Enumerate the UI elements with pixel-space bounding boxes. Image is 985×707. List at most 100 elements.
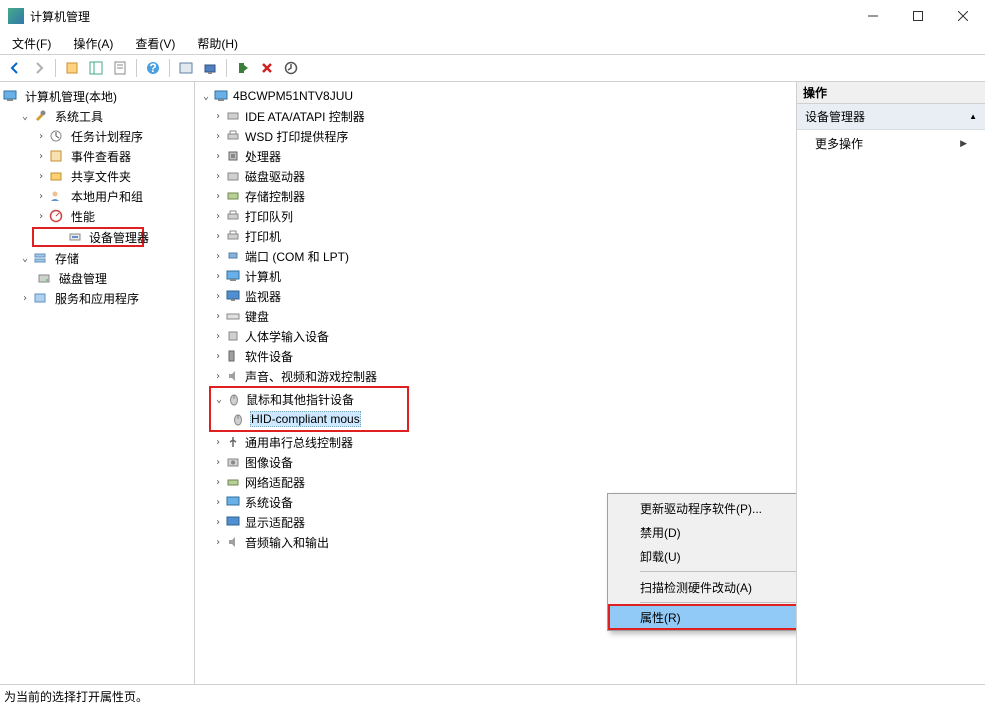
device-keyboard[interactable]: ›键盘 [211, 306, 794, 326]
expand-icon[interactable]: › [211, 351, 225, 362]
collapse-icon[interactable]: ⌄ [212, 394, 226, 405]
tree-device-manager[interactable]: 设备管理器 [32, 227, 144, 247]
menu-file[interactable]: 文件(F) [8, 33, 55, 54]
uninstall-button[interactable] [256, 57, 278, 79]
device-wsd[interactable]: ›WSD 打印提供程序 [211, 126, 794, 146]
device-usb[interactable]: ›通用串行总线控制器 [211, 432, 794, 452]
back-button[interactable] [4, 57, 26, 79]
device-computer[interactable]: ›计算机 [211, 266, 794, 286]
tree-shared-folders[interactable]: › 共享文件夹 [2, 166, 192, 186]
maximize-button[interactable] [895, 0, 940, 32]
title-bar: 计算机管理 [0, 0, 985, 32]
expand-icon[interactable]: › [34, 151, 48, 162]
expand-icon[interactable]: › [211, 151, 225, 162]
tree-system-tools[interactable]: ⌄ 系统工具 [2, 106, 192, 126]
expand-icon[interactable]: › [34, 211, 48, 222]
tree-task-scheduler[interactable]: › 任务计划程序 [2, 126, 192, 146]
device-ide[interactable]: ›IDE ATA/ATAPI 控制器 [211, 106, 794, 126]
toolbar: ? [0, 54, 985, 82]
menu-action[interactable]: 操作(A) [69, 33, 117, 54]
ctx-update-driver[interactable]: 更新驱动程序软件(P)... [610, 496, 797, 520]
expand-icon[interactable]: › [34, 171, 48, 182]
close-button[interactable] [940, 0, 985, 32]
device-printer[interactable]: ›打印机 [211, 226, 794, 246]
expand-icon[interactable]: › [211, 517, 225, 528]
forward-button[interactable] [28, 57, 50, 79]
enable-button[interactable] [232, 57, 254, 79]
collapse-icon[interactable]: ⌄ [199, 91, 213, 102]
expand-icon[interactable]: › [211, 371, 225, 382]
collapse-icon[interactable]: ⌄ [18, 253, 32, 264]
ctx-scan-hardware[interactable]: 扫描检测硬件改动(A) [610, 575, 797, 599]
device-storage-ctrl[interactable]: ›存储控制器 [211, 186, 794, 206]
expand-icon[interactable]: › [211, 497, 225, 508]
expand-icon[interactable]: › [211, 131, 225, 142]
device-software[interactable]: ›软件设备 [211, 346, 794, 366]
device-hid[interactable]: ›人体学输入设备 [211, 326, 794, 346]
hid-icon [225, 328, 241, 344]
minimize-button[interactable] [850, 0, 895, 32]
device-network[interactable]: ›网络适配器 [211, 472, 794, 492]
tree-performance[interactable]: › 性能 [2, 206, 192, 226]
expand-icon[interactable]: › [211, 231, 225, 242]
ctx-disable[interactable]: 禁用(D) [610, 520, 797, 544]
left-tree-pane[interactable]: 计算机管理(本地) ⌄ 系统工具 › 任务计划程序 › 事件查看器 › 共享文件… [0, 82, 195, 684]
mouse-icon [230, 411, 246, 427]
expand-icon[interactable]: › [211, 271, 225, 282]
tree-root[interactable]: 计算机管理(本地) [2, 86, 192, 106]
device-imaging[interactable]: ›图像设备 [211, 452, 794, 472]
action-group-device-manager[interactable]: 设备管理器 ▲ [797, 104, 985, 130]
ctx-properties[interactable]: 属性(R) [608, 604, 797, 630]
collapse-icon[interactable]: ⌄ [18, 111, 32, 122]
help-button[interactable]: ? [142, 57, 164, 79]
expand-icon[interactable]: › [211, 291, 225, 302]
update-driver-button[interactable] [280, 57, 302, 79]
device-root[interactable]: ⌄ 4BCWPM51NTV8JUU [199, 86, 794, 106]
device-tree-pane[interactable]: ⌄ 4BCWPM51NTV8JUU ›IDE ATA/ATAPI 控制器 ›WS… [195, 82, 797, 684]
device-mouse-category[interactable]: ⌄ 鼠标和其他指针设备 [212, 389, 406, 409]
tree-local-users[interactable]: › 本地用户和组 [2, 186, 192, 206]
tree-storage[interactable]: ⌄ 存储 [2, 248, 192, 268]
expand-icon[interactable]: › [211, 311, 225, 322]
action-more[interactable]: 更多操作 ▶ [797, 130, 985, 157]
tree-event-viewer[interactable]: › 事件查看器 [2, 146, 192, 166]
expand-icon[interactable]: › [211, 191, 225, 202]
expand-icon[interactable]: › [211, 437, 225, 448]
storage-ctrl-icon [225, 188, 241, 204]
collapse-icon[interactable]: ▲ [969, 112, 977, 121]
expand-icon[interactable]: › [34, 131, 48, 142]
expand-icon[interactable]: › [211, 331, 225, 342]
ctx-uninstall[interactable]: 卸载(U) [610, 544, 797, 568]
device-hid-mouse[interactable]: HID-compliant mous [230, 409, 406, 429]
properties-button[interactable] [109, 57, 131, 79]
share-icon [48, 168, 64, 184]
status-text: 为当前的选择打开属性页。 [4, 688, 148, 705]
device-print-queue[interactable]: ›打印队列 [211, 206, 794, 226]
menu-help[interactable]: 帮助(H) [193, 33, 242, 54]
device-monitor[interactable]: ›监视器 [211, 286, 794, 306]
speaker-icon [225, 534, 241, 550]
menu-view[interactable]: 查看(V) [131, 33, 179, 54]
up-button[interactable] [61, 57, 83, 79]
scan-hardware-button[interactable] [199, 57, 221, 79]
device-sound[interactable]: ›声音、视频和游戏控制器 [211, 366, 794, 386]
expand-icon[interactable]: › [211, 537, 225, 548]
expand-icon[interactable]: › [18, 293, 32, 304]
chevron-right-icon: ▶ [960, 138, 967, 149]
expand-icon[interactable]: › [211, 457, 225, 468]
device-cpu[interactable]: ›处理器 [211, 146, 794, 166]
expand-icon[interactable]: › [211, 477, 225, 488]
show-hide-tree-button[interactable] [85, 57, 107, 79]
expand-icon[interactable]: › [211, 171, 225, 182]
separator [55, 59, 56, 77]
expand-icon[interactable]: › [211, 251, 225, 262]
expand-icon[interactable]: › [34, 191, 48, 202]
device-disk-drive[interactable]: ›磁盘驱动器 [211, 166, 794, 186]
tree-disk-management[interactable]: 磁盘管理 [2, 268, 192, 288]
view-button[interactable] [175, 57, 197, 79]
expand-icon[interactable]: › [211, 211, 225, 222]
device-ports[interactable]: ›端口 (COM 和 LPT) [211, 246, 794, 266]
tree-services-apps[interactable]: › 服务和应用程序 [2, 288, 192, 308]
expand-icon[interactable]: › [211, 111, 225, 122]
svg-text:?: ? [149, 61, 156, 75]
